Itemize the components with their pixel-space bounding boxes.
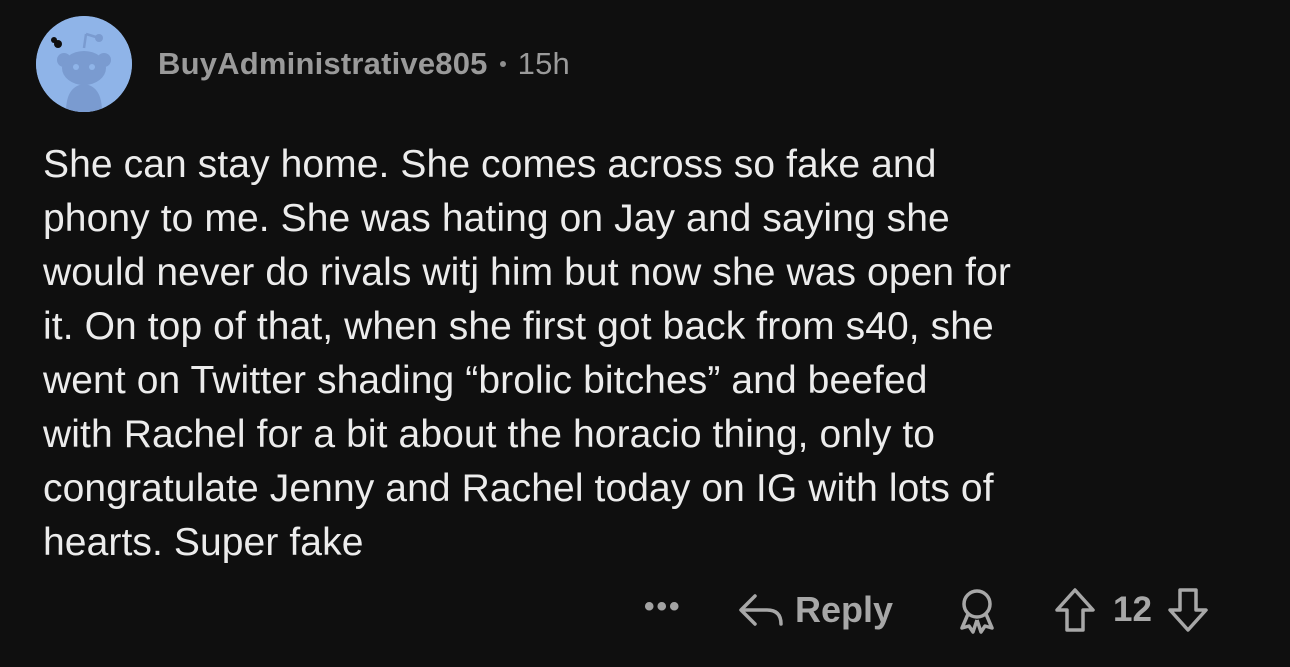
- reply-button[interactable]: Reply: [737, 584, 893, 636]
- vote-score: 12: [1113, 590, 1152, 629]
- comment-age: 15h: [517, 46, 570, 81]
- comment-actions: ••• Reply 12: [0, 584, 1290, 636]
- downvote-arrow-icon[interactable]: [1166, 586, 1210, 634]
- upvote-arrow-icon[interactable]: [1053, 586, 1097, 634]
- more-options-button[interactable]: •••: [644, 590, 682, 624]
- comment-header: BuyAdministrative805 15h: [36, 16, 570, 112]
- vote-controls: 12: [1053, 584, 1210, 636]
- award-icon[interactable]: [954, 586, 1000, 634]
- comment-meta: BuyAdministrative805 15h: [158, 46, 570, 82]
- snoo-avatar-icon[interactable]: [36, 16, 132, 112]
- username-link[interactable]: BuyAdministrative805: [158, 46, 488, 82]
- separator-dot: [499, 61, 506, 67]
- reply-label: Reply: [795, 589, 894, 630]
- comment-body: She can stay home. She comes across so f…: [43, 143, 1011, 564]
- reply-arrow-icon: [737, 590, 785, 630]
